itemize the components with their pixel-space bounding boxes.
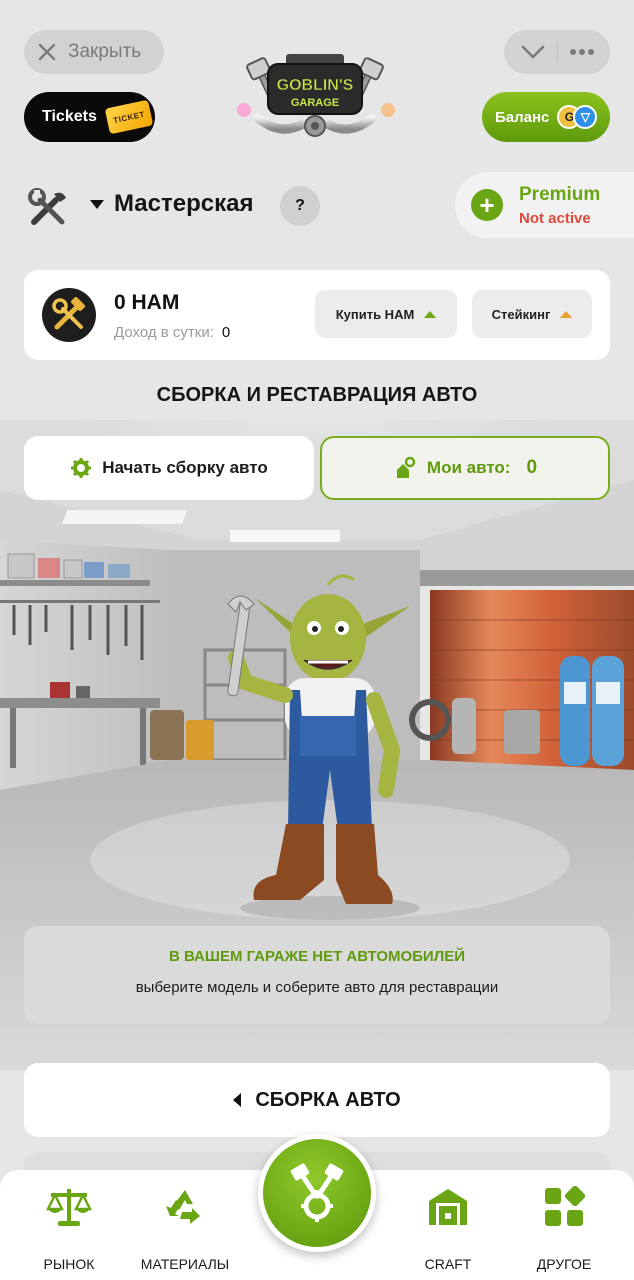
tickets-label: Tickets [42, 108, 97, 125]
nav-garage-center-button[interactable] [258, 1134, 376, 1252]
my-cars-button[interactable]: Мои авто: 0 [320, 436, 610, 500]
nav-market[interactable]: РЫНОК [14, 1184, 124, 1272]
empty-garage-notice: В ВАШЕМ ГАРАЖЕ НЕТ АВТОМОБИЛЕЙ выберите … [24, 926, 610, 1024]
plus-icon: + [471, 189, 503, 221]
ham-amount: 0 HAM [114, 291, 180, 314]
gear-icon [71, 458, 92, 478]
close-icon [38, 43, 56, 61]
section-heading: СБОРКА И РЕСТАВРАЦИЯ АВТО [156, 384, 478, 406]
hammer-wrench-icon [52, 297, 85, 330]
nav-other[interactable]: ДРУГОЕ [509, 1184, 619, 1272]
divider [556, 41, 558, 63]
empty-garage-subtitle: выберите модель и соберите авто для рест… [135, 979, 499, 996]
my-cars-count: 0 [526, 457, 538, 478]
build-car-button[interactable]: СБОРКА АВТО [24, 1063, 610, 1137]
logo-line1: GOBLIN'S [277, 77, 354, 94]
nav-materials-label: МАТЕРИАЛЫ [140, 1256, 230, 1272]
help-button[interactable]: ? [280, 186, 320, 226]
ham-avatar [42, 288, 96, 342]
scales-icon [46, 1189, 92, 1226]
income-label: Доход в сутки: [114, 324, 214, 341]
nav-craft-label: CRAFT [424, 1256, 472, 1272]
daily-income: Доход в сутки: 0 [114, 324, 230, 341]
nav-market-label: РЫНОК [43, 1256, 95, 1272]
caret-up-icon [424, 310, 437, 318]
buy-ham-label: Купить HAM [335, 306, 415, 322]
nav-materials[interactable]: МАТЕРИАЛЫ [130, 1184, 240, 1272]
income-value: 0 [221, 324, 231, 341]
build-car-label: СБОРКА АВТО [255, 1088, 401, 1111]
staking-label: Стейкинг [491, 306, 551, 322]
workshop-dropdown[interactable]: Мастерская [90, 190, 253, 218]
grid-icon [545, 1186, 585, 1226]
recycle-icon [166, 1190, 200, 1224]
my-cars-label: Мои авто: [426, 458, 511, 477]
more-dots-icon[interactable] [569, 48, 595, 56]
dropdown-arrow-icon [90, 199, 104, 209]
craft-house-icon [429, 1189, 467, 1225]
ham-balance-card: 0 HAM Доход в сутки: 0 Купить HAM Стейкин… [24, 270, 610, 360]
crossed-tools-icon [28, 188, 66, 225]
empty-garage-title: В ВАШЕМ ГАРАЖЕ НЕТ АВТОМОБИЛЕЙ [168, 948, 466, 965]
tickets-button[interactable]: Tickets TICKET [24, 92, 155, 142]
workshop-title: Мастерская [114, 190, 254, 217]
logo-line2: GARAGE [291, 97, 339, 109]
buy-ham-button[interactable]: Купить HAM [315, 290, 457, 338]
nav-other-label: ДРУГОЕ [536, 1256, 592, 1272]
staking-button[interactable]: Стейкинг [472, 290, 592, 338]
close-label: Закрыть [68, 41, 142, 62]
engine-pistons-icon [290, 1163, 344, 1222]
premium-status: Not active [519, 209, 591, 227]
start-build-button[interactable]: Начать сборку авто [24, 436, 314, 500]
window-menu[interactable] [504, 30, 610, 74]
goblins-garage-logo: GOBLIN'S GARAGE [237, 54, 395, 137]
car-key-icon [396, 456, 416, 478]
ton-coin-icon: ▽ [573, 105, 598, 129]
balance-button[interactable]: Баланс G ▽ [482, 92, 610, 142]
nav-craft[interactable]: CRAFT [393, 1184, 503, 1272]
caret-up-icon [560, 310, 573, 318]
coins-icon: G ▽ [557, 105, 598, 129]
premium-button[interactable]: + Premium Not active [455, 172, 634, 238]
close-button[interactable]: Закрыть [24, 30, 164, 74]
start-build-label: Начать сборку авто [102, 458, 268, 477]
ticket-icon: TICKET [104, 99, 154, 135]
caret-left-icon [233, 1093, 242, 1107]
chevron-down-icon[interactable] [520, 44, 546, 60]
premium-title: Premium [519, 183, 601, 205]
balance-label: Баланс [495, 108, 550, 126]
